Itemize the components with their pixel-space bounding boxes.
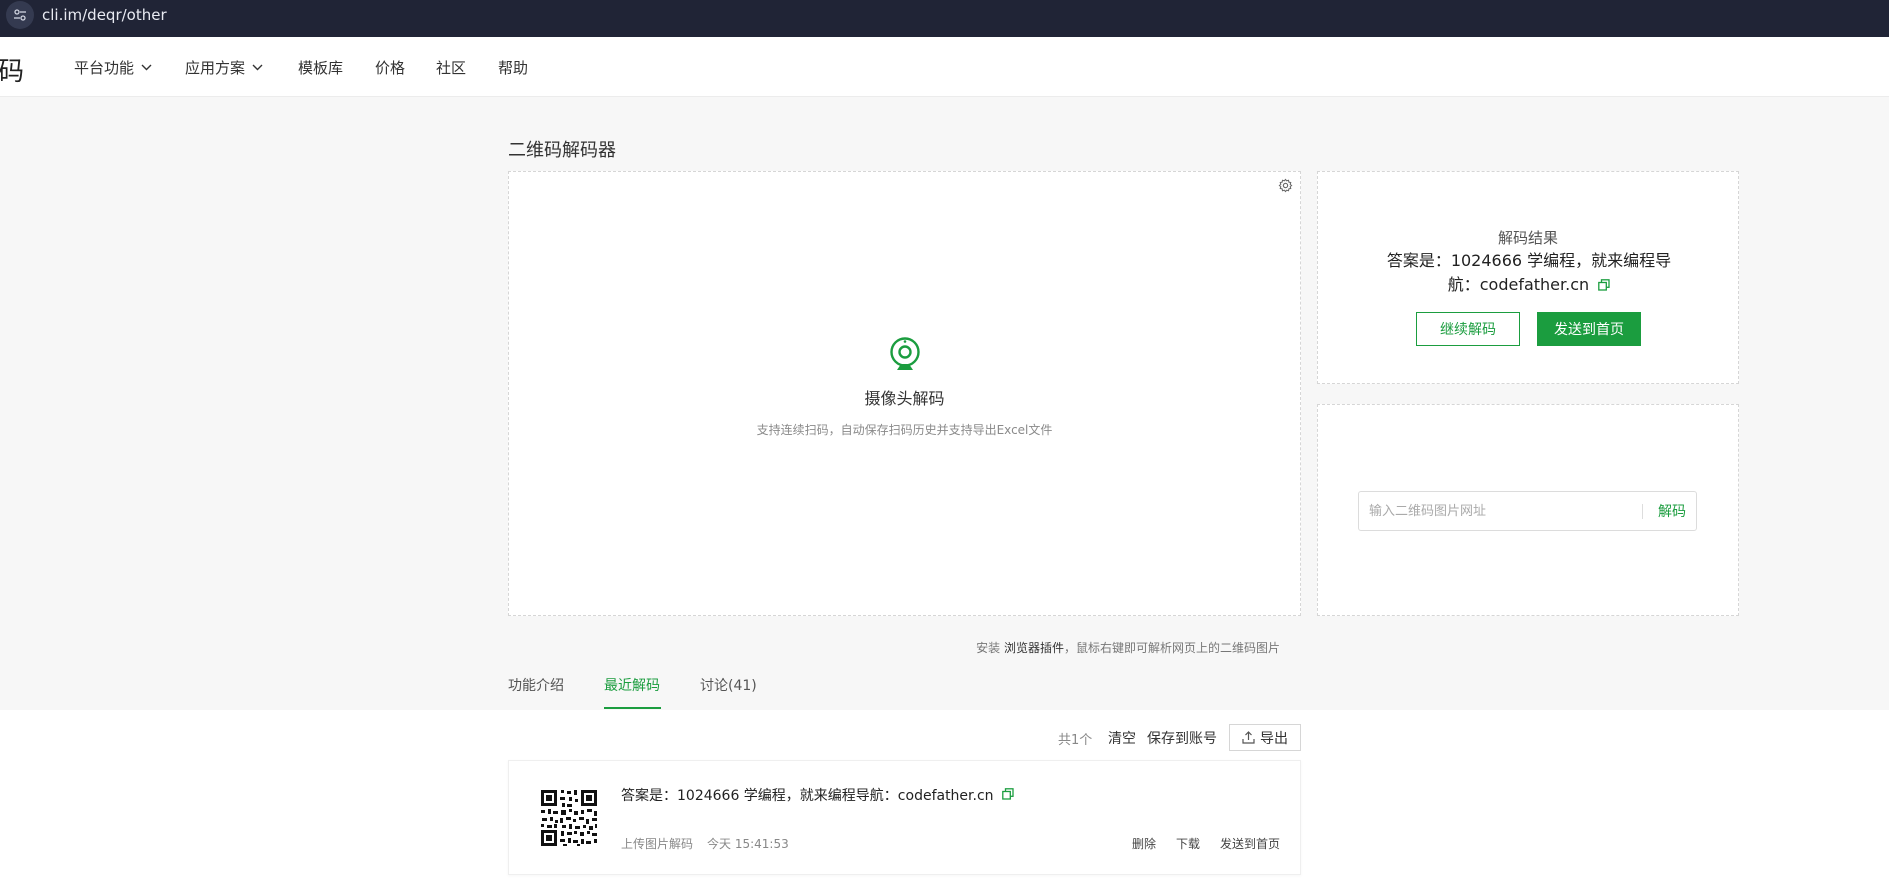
history-source: 上传图片解码 <box>621 837 694 851</box>
site-settings-icon[interactable] <box>6 1 34 29</box>
input-divider <box>1642 504 1643 519</box>
brand-logo-text[interactable]: 码 <box>0 51 24 88</box>
browser-plugin-link[interactable]: 浏览器插件 <box>1004 641 1064 655</box>
nav-label: 平台功能 <box>74 59 135 77</box>
nav-label: 社区 <box>436 59 467 77</box>
nav-pricing[interactable]: 价格 <box>375 57 405 78</box>
history-item-actions: 删除 下载 发送到首页 <box>1112 835 1280 852</box>
url-decode-panel: 解码 <box>1317 404 1739 616</box>
browser-plugin-tip: 安装 浏览器插件，鼠标右键即可解析网页上的二维码图片 <box>976 639 1280 656</box>
nav-community[interactable]: 社区 <box>436 57 466 78</box>
history-send-to-home-button[interactable]: 发送到首页 <box>1220 837 1280 851</box>
upload-icon <box>1242 731 1255 744</box>
result-label: 解码结果 <box>1497 229 1558 247</box>
history-time: 今天 15:41:53 <box>707 837 789 851</box>
decode-result-panel: 解码结果 答案是：1024666 学编程，就来编程导航：codefather.c… <box>1317 171 1739 384</box>
plugin-tip-prefix: 安装 <box>976 641 1001 655</box>
copy-icon[interactable] <box>1598 274 1610 298</box>
camera-decode-section: 摄像头解码 支持连续扫码，自动保存扫码历史并支持导出Excel文件 <box>509 337 1300 438</box>
history-toolbar: 共1个 清空 保存到账号 导出 <box>1058 724 1302 751</box>
continue-decode-button[interactable]: 继续解码 <box>1416 312 1520 346</box>
nav-label: 模板库 <box>298 59 344 77</box>
tab-discussion[interactable]: 讨论(41) <box>700 675 757 695</box>
camera-decode-subtitle: 支持连续扫码，自动保存扫码历史并支持导出Excel文件 <box>756 423 1053 437</box>
url-field[interactable]: cli.im/deqr/other <box>6 1 167 29</box>
chevron-down-icon <box>141 64 152 71</box>
camera-decode-panel[interactable]: 摄像头解码 支持连续扫码，自动保存扫码历史并支持导出Excel文件 <box>508 171 1301 616</box>
history-count: 共1个 <box>1058 733 1093 748</box>
result-text-block: 答案是：1024666 学编程，就来编程导航：codefather.cn <box>1378 249 1680 298</box>
history-item: 答案是：1024666 学编程，就来编程导航：codefather.cn 上传图… <box>508 760 1301 875</box>
nav-platform-features[interactable]: 平台功能 <box>74 57 152 78</box>
history-text: 答案是：1024666 学编程，就来编程导航：codefather.cn <box>621 788 994 804</box>
tab-feature-intro[interactable]: 功能介绍 <box>508 675 564 695</box>
copy-icon[interactable] <box>1002 788 1014 804</box>
history-item-meta: 上传图片解码 今天 15:41:53 <box>621 835 789 852</box>
delete-button[interactable]: 删除 <box>1132 837 1156 851</box>
export-button[interactable]: 导出 <box>1229 724 1301 751</box>
nav-label: 帮助 <box>498 59 529 77</box>
result-text: 答案是：1024666 学编程，就来编程导航：codefather.cn <box>1386 251 1672 294</box>
history-item-text: 答案是：1024666 学编程，就来编程导航：codefather.cn <box>621 785 1014 805</box>
nav-label: 应用方案 <box>185 59 246 77</box>
camera-decode-title[interactable]: 摄像头解码 <box>509 385 1300 409</box>
url-decode-button[interactable]: 解码 <box>1649 492 1695 530</box>
save-to-account-button[interactable]: 保存到账号 <box>1147 728 1217 748</box>
export-label: 导出 <box>1260 730 1288 747</box>
tab-recent-decodes[interactable]: 最近解码 <box>604 675 660 695</box>
browser-address-bar: cli.im/deqr/other <box>0 0 1889 37</box>
page-title: 二维码解码器 <box>508 140 616 161</box>
download-button[interactable]: 下载 <box>1176 837 1200 851</box>
nav-help[interactable]: 帮助 <box>498 57 528 78</box>
send-to-home-button[interactable]: 发送到首页 <box>1537 312 1641 346</box>
image-url-input[interactable] <box>1359 492 1639 530</box>
nav-templates[interactable]: 模板库 <box>298 57 343 78</box>
qr-code-thumbnail[interactable] <box>539 788 599 848</box>
chevron-down-icon <box>252 64 263 71</box>
nav-label: 价格 <box>375 59 406 77</box>
gear-icon[interactable] <box>1278 178 1293 197</box>
plugin-tip-suffix: ，鼠标右键即可解析网页上的二维码图片 <box>1063 641 1280 655</box>
url-input-group: 解码 <box>1358 491 1697 531</box>
top-navigation: 码 平台功能 应用方案 模板库 价格 社区 帮助 <box>0 37 1889 97</box>
active-tab-underline <box>604 707 661 709</box>
url-text[interactable]: cli.im/deqr/other <box>42 6 167 24</box>
clear-history-button[interactable]: 清空 <box>1108 728 1136 748</box>
webcam-icon[interactable] <box>888 337 922 377</box>
nav-solutions[interactable]: 应用方案 <box>185 57 263 78</box>
